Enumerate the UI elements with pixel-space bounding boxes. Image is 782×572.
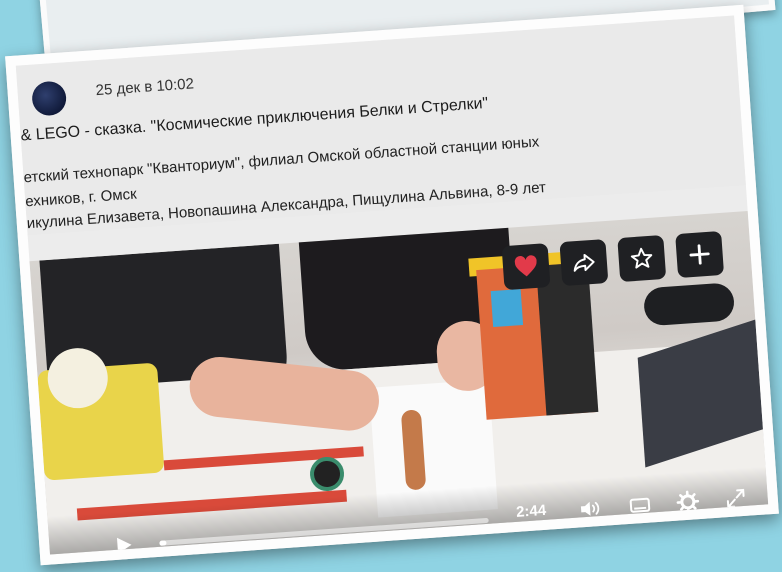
- share-button[interactable]: [559, 239, 609, 287]
- volume-icon[interactable]: [577, 496, 603, 522]
- share-arrow-icon: [573, 253, 595, 272]
- video-frame-mouse: [642, 282, 736, 327]
- heart-icon: [514, 255, 537, 277]
- post-title: & LEGO - сказка. "Космические приключени…: [20, 94, 489, 145]
- screenshot-photo: 25 дек в 10:02 & LEGO - сказка. "Космиче…: [5, 4, 779, 566]
- fullscreen-icon[interactable]: [723, 486, 749, 512]
- avatar[interactable]: [31, 80, 68, 117]
- plus-icon: [689, 244, 710, 265]
- video-frame-tower-window: [490, 289, 524, 328]
- post-organization-line-2: ехников, г. Омск: [24, 185, 138, 211]
- add-button[interactable]: [675, 230, 725, 279]
- post-header: 25 дек в 10:02 & LEGO - сказка. "Космиче…: [15, 15, 746, 236]
- video-time: 2:44: [515, 501, 547, 521]
- miniplayer-icon[interactable]: [627, 492, 653, 518]
- progress-bar[interactable]: [159, 517, 489, 546]
- post-organization-line-1: етский технопарк "Кванториум", филиал Ом…: [23, 133, 540, 187]
- favorite-button[interactable]: [617, 234, 667, 283]
- like-button[interactable]: [501, 243, 551, 291]
- post-date[interactable]: 25 дек в 10:02: [95, 75, 194, 99]
- progress-fill: [159, 540, 167, 546]
- star-icon: [630, 247, 653, 269]
- settings-gear-icon[interactable]: [675, 489, 701, 515]
- play-icon[interactable]: [111, 533, 137, 559]
